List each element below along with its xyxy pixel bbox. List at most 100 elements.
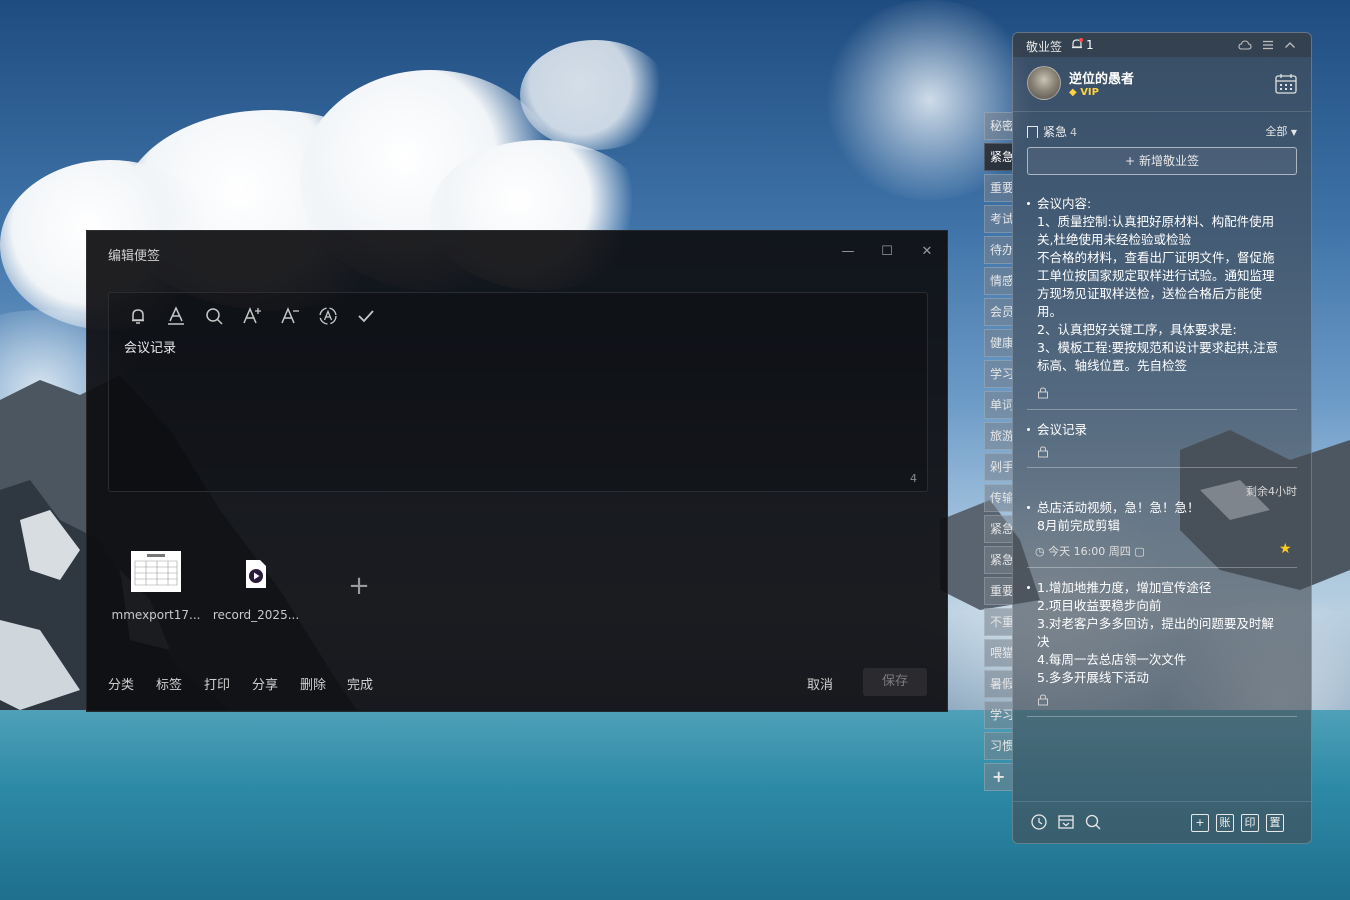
note-item[interactable]: 会议内容: 1、质量控制:认真把好原材料、构配件使用 关,杜绝使用未经检验或检验… (1027, 195, 1299, 375)
add-box-button[interactable]: + (1191, 814, 1209, 832)
panel-topbar: 敬业签 1 (1013, 33, 1311, 57)
font-decrease-icon[interactable] (279, 305, 301, 327)
search-icon[interactable] (203, 305, 225, 327)
cancel-button[interactable]: 取消 (807, 674, 833, 693)
cloud-sync-icon[interactable] (1238, 38, 1252, 52)
note-item[interactable]: 会议记录 (1027, 421, 1299, 439)
note-text: 会议内容: (1037, 196, 1092, 211)
tab-category[interactable]: 学习 (984, 701, 1012, 729)
collapse-icon[interactable] (1283, 38, 1297, 52)
tab-category[interactable]: 会员 (984, 298, 1012, 326)
tab-category[interactable]: 学习 (984, 360, 1012, 388)
note-text: 1、质量控制:认真把好原材料、构配件使用 (1037, 214, 1275, 229)
note-text: 2.项目收益要稳步向前 (1037, 598, 1162, 613)
plus-icon: + (1125, 154, 1136, 168)
calendar-icon[interactable] (1274, 72, 1298, 96)
category-count: 4 (1070, 126, 1078, 139)
tab-category[interactable]: 秘密 (984, 112, 1012, 140)
tab-category[interactable]: 紧急 (984, 546, 1012, 574)
panel-bottom-bar: + 账 印 置 (1013, 801, 1311, 843)
tab-category[interactable]: 暑假 (984, 670, 1012, 698)
history-clock-icon[interactable] (1030, 813, 1048, 831)
image-thumbnail-icon (131, 551, 181, 592)
archive-icon[interactable] (1057, 813, 1075, 831)
lock-icon: ▢ (1134, 545, 1145, 558)
note-text: 用。 (1037, 304, 1063, 319)
note-text: 工单位按国家规定取样进行试验。通知监理 (1037, 268, 1275, 283)
print-button[interactable]: 打印 (204, 674, 230, 693)
star-icon[interactable]: ★ (1279, 541, 1292, 557)
note-text: 总店活动视频，急！急！急！ (1037, 500, 1200, 515)
vip-badge: ◆ VIP (1069, 87, 1099, 98)
note-panel: 敬业签 1 逆位的愚者 ◆ VIP 紧急 4 全部 ▼ + 新增敬业签 会议内容… (1012, 32, 1312, 844)
note-text: 2、认真把好关键工序，具体要求是: (1037, 322, 1237, 337)
note-content-text[interactable]: 会议记录 (124, 337, 176, 356)
video-file-icon (244, 559, 268, 589)
delete-button[interactable]: 删除 (300, 674, 326, 693)
close-button[interactable]: ✕ (916, 241, 938, 263)
tab-category[interactable]: 不重 (984, 608, 1012, 636)
tab-category[interactable]: 情感 (984, 267, 1012, 295)
tab-category[interactable]: 待办 (984, 236, 1012, 264)
note-text: 5.多多开展线下活动 (1037, 670, 1149, 685)
note-text: 标高、轴线位置。先自检签 (1037, 358, 1188, 373)
lock-icon (1038, 446, 1048, 458)
divider (1013, 111, 1311, 112)
minimize-button[interactable]: — (837, 241, 859, 263)
note-text: 4.每周一去总店领一次文件 (1037, 652, 1187, 667)
menu-icon[interactable] (1261, 38, 1275, 52)
note-text: 不合格的材料，查看出厂证明文件，督促施 (1037, 250, 1275, 265)
share-button[interactable]: 分享 (252, 674, 278, 693)
tab-category[interactable]: 剁手 (984, 453, 1012, 481)
tab-category[interactable]: 健康 (984, 329, 1012, 357)
tab-category[interactable]: 单词 (984, 391, 1012, 419)
tab-category[interactable]: 重要 (984, 577, 1012, 605)
stamp-button[interactable]: 印 (1241, 814, 1259, 832)
note-text: 会议记录 (1037, 422, 1088, 437)
tag-button[interactable]: 标签 (156, 674, 182, 693)
note-text: 决 (1037, 634, 1050, 649)
divider (1027, 716, 1297, 717)
note-editor[interactable]: 会议记录 4 (108, 292, 928, 492)
check-icon[interactable] (355, 305, 377, 327)
maximize-button[interactable]: ☐ (876, 241, 898, 263)
tab-category[interactable]: 传输 (984, 484, 1012, 512)
text-recognize-icon[interactable] (317, 305, 339, 327)
font-increase-icon[interactable] (241, 305, 263, 327)
search-icon[interactable] (1084, 813, 1102, 831)
filter-dropdown[interactable]: 全部 ▼ (1265, 123, 1297, 139)
tab-category[interactable]: 旅游 (984, 422, 1012, 450)
category-button[interactable]: 分类 (108, 674, 134, 693)
save-button[interactable]: 保存 (863, 668, 927, 696)
font-color-icon[interactable] (165, 305, 187, 327)
tab-category[interactable]: 考试 (984, 205, 1012, 233)
reminder-bell-icon[interactable] (1070, 37, 1084, 51)
tab-category[interactable]: 紧急 (984, 515, 1012, 543)
divider (1027, 409, 1297, 410)
remaining-time: 剩余4小时 (1246, 485, 1297, 498)
add-note-button[interactable]: + 新增敬业签 (1027, 147, 1297, 175)
tab-category[interactable]: 喂猫 (984, 639, 1012, 667)
tab-category[interactable]: 习惯 (984, 732, 1012, 760)
attachment-name: mmexport17... (111, 608, 201, 622)
done-button[interactable]: 完成 (347, 674, 373, 693)
add-category-button[interactable]: + (984, 763, 1012, 791)
username: 逆位的愚者 (1069, 72, 1135, 87)
note-text: 1.增加地推力度，增加宣传途径 (1037, 580, 1212, 595)
add-attachment-button[interactable]: + (346, 571, 372, 601)
tab-category-active[interactable]: 紧急 (984, 143, 1012, 171)
tab-category[interactable]: 重要 (984, 174, 1012, 202)
clock-icon: ◷ (1035, 545, 1045, 558)
avatar[interactable] (1027, 66, 1061, 100)
diamond-icon: ◆ (1069, 87, 1077, 98)
attachment-image[interactable]: mmexport17... (108, 551, 204, 622)
lock-icon (1038, 694, 1048, 706)
note-item[interactable]: 1.增加地推力度，增加宣传途径 2.项目收益要稳步向前 3.对老客户多多回访，提… (1027, 579, 1299, 687)
note-text: 方现场见证取样送检，送检合格后方能使 (1037, 286, 1263, 301)
attachment-video[interactable]: record_2025... (208, 551, 304, 622)
bookmark-icon (1027, 126, 1038, 138)
bell-icon[interactable] (127, 305, 149, 327)
settings-button[interactable]: 置 (1266, 814, 1284, 832)
note-item[interactable]: 总店活动视频，急！急！急！ 8月前完成剪辑 (1027, 499, 1299, 535)
ledger-button[interactable]: 账 (1216, 814, 1234, 832)
